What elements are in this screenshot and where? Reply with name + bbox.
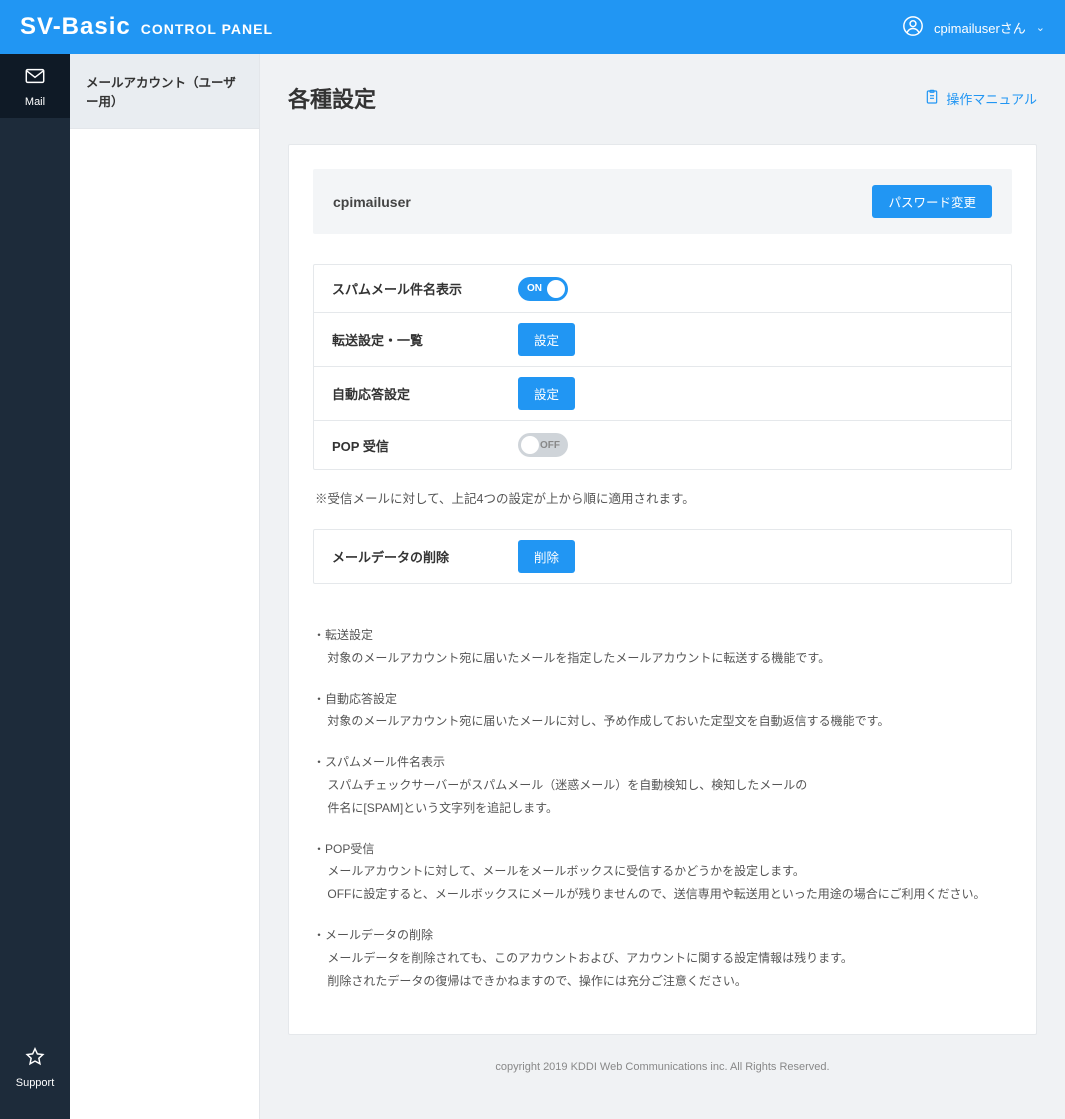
help-forwarding: 転送設定 対象のメールアカウント宛に届いたメールを指定したメールアカウントに転送… [313, 624, 1012, 670]
user-icon [902, 15, 924, 40]
row-label: スパムメール件名表示 [314, 265, 514, 312]
sidebar: Mail Support [0, 54, 70, 1119]
help-autoreply: 自動応答設定 対象のメールアカウント宛に届いたメールに対し、予め作成しておいた定… [313, 688, 1012, 734]
change-password-button[interactable]: パスワード変更 [872, 185, 992, 218]
spam-toggle[interactable]: ON [518, 277, 568, 301]
help-line: スパムチェックサーバーがスパムメール（迷惑メール）を自動検知し、検知したメールの [327, 774, 1012, 797]
help-line: 対象のメールアカウント宛に届いたメールに対し、予め作成しておいた定型文を自動返信… [327, 710, 1012, 733]
chevron-down-icon: ⌄ [1036, 21, 1045, 34]
help-line: メールデータを削除されても、このアカウントおよび、アカウントに関する設定情報は残… [327, 947, 1012, 970]
manual-link-label: 操作マニュアル [946, 89, 1037, 108]
help-title: スパムメール件名表示 [313, 751, 1012, 774]
row-pop-receive: POP 受信 OFF [314, 421, 1011, 469]
sidebar-item-mail[interactable]: Mail [0, 54, 70, 118]
manual-icon [924, 88, 940, 109]
main-content: 各種設定 操作マニュアル cpimailuser パスワード変更 [260, 54, 1065, 1119]
user-label: cpimailuserさん [934, 18, 1026, 37]
toggle-knob [521, 436, 539, 454]
brand-sub: CONTROL PANEL [141, 21, 273, 37]
top-bar: SV-Basic CONTROL PANEL cpimailuserさん ⌄ [0, 0, 1065, 54]
toggle-text: OFF [540, 440, 560, 451]
row-delete-mail-data: メールデータの削除 削除 [314, 530, 1011, 583]
star-icon [22, 1046, 48, 1071]
brand-main: SV-Basic [20, 13, 131, 41]
help-pop: POP受信 メールアカウントに対して、メールをメールボックスに受信するかどうかを… [313, 838, 1012, 906]
footer-copyright: copyright 2019 KDDI Web Communications i… [288, 1035, 1037, 1091]
help-title: POP受信 [313, 838, 1012, 861]
page-title: 各種設定 [288, 82, 376, 114]
delete-mail-data-button[interactable]: 削除 [518, 540, 575, 573]
help-block: 転送設定 対象のメールアカウント宛に届いたメールを指定したメールアカウントに転送… [313, 624, 1012, 992]
help-line: メールアカウントに対して、メールをメールボックスに受信するかどうかを設定します。 [327, 860, 1012, 883]
help-spam: スパムメール件名表示 スパムチェックサーバーがスパムメール（迷惑メール）を自動検… [313, 751, 1012, 819]
sub-nav: メールアカウント（ユーザー用） [70, 54, 260, 1119]
settings-panel: cpimailuser パスワード変更 スパムメール件名表示 ON 転送設定・一… [288, 144, 1037, 1035]
sidebar-item-label: Support [16, 1077, 55, 1089]
delete-table: メールデータの削除 削除 [313, 529, 1012, 584]
help-title: 自動応答設定 [313, 688, 1012, 711]
toggle-knob [547, 280, 565, 298]
brand: SV-Basic CONTROL PANEL [20, 13, 273, 41]
settings-note: ※受信メールに対して、上記4つの設定が上から順に適用されます。 [315, 488, 1010, 507]
help-delete: メールデータの削除 メールデータを削除されても、このアカウントおよび、アカウント… [313, 924, 1012, 992]
help-line: 削除されたデータの復帰はできかねますので、操作には充分ご注意ください。 [327, 970, 1012, 993]
settings-table: スパムメール件名表示 ON 転送設定・一覧 設定 自動応答設定 [313, 264, 1012, 470]
sidebar-item-support[interactable]: Support [0, 1035, 70, 1099]
help-line: 件名に[SPAM]という文字列を追記します。 [327, 797, 1012, 820]
help-title: 転送設定 [313, 624, 1012, 647]
row-forwarding: 転送設定・一覧 設定 [314, 313, 1011, 367]
help-line: OFFに設定すると、メールボックスにメールが残りませんので、送信専用や転送用とい… [327, 883, 1012, 906]
row-label: POP 受信 [314, 422, 514, 469]
sidebar-item-label: Mail [25, 96, 45, 108]
user-header: cpimailuser パスワード変更 [313, 169, 1012, 234]
mail-icon [22, 65, 48, 90]
pop-toggle[interactable]: OFF [518, 433, 568, 457]
account-username: cpimailuser [333, 194, 411, 210]
help-title: メールデータの削除 [313, 924, 1012, 947]
row-autoreply: 自動応答設定 設定 [314, 367, 1011, 421]
user-menu[interactable]: cpimailuserさん ⌄ [902, 15, 1045, 40]
row-label: 転送設定・一覧 [314, 316, 514, 363]
help-line: 対象のメールアカウント宛に届いたメールを指定したメールアカウントに転送する機能で… [327, 647, 1012, 670]
autoreply-settings-button[interactable]: 設定 [518, 377, 575, 410]
row-spam-subject: スパムメール件名表示 ON [314, 265, 1011, 313]
toggle-text: ON [527, 283, 542, 294]
subnav-item-mail-accounts[interactable]: メールアカウント（ユーザー用） [70, 54, 259, 129]
forwarding-settings-button[interactable]: 設定 [518, 323, 575, 356]
row-label: 自動応答設定 [314, 370, 514, 417]
manual-link[interactable]: 操作マニュアル [924, 88, 1037, 109]
row-label: メールデータの削除 [314, 533, 514, 580]
